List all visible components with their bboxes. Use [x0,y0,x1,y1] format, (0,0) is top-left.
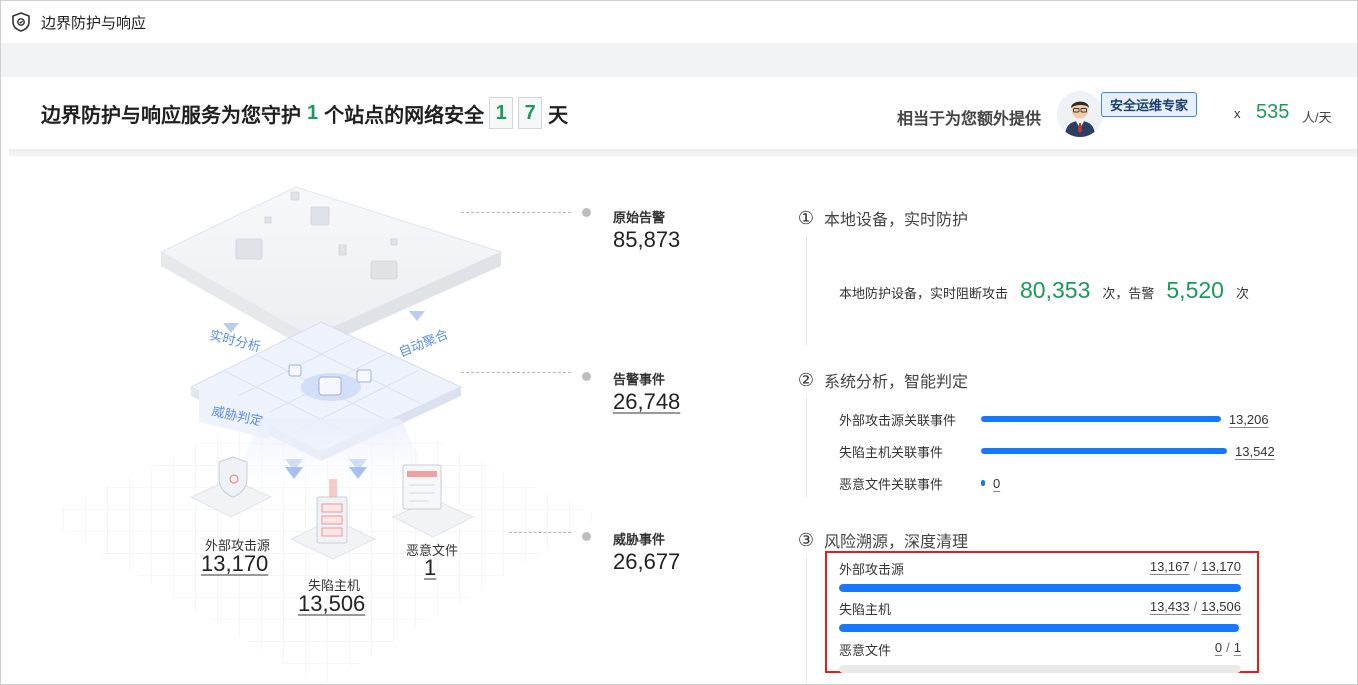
step1-mid: 次，告警 [1102,286,1155,301]
stat-events-label: 告警事件 [613,372,666,387]
step1-suffix: 次 [1235,286,1249,301]
dot-raw [582,208,591,217]
step1-prefix: 本地防护设备，实时阻断攻击 [839,286,1009,301]
stat-events-value[interactable]: 26,748 [613,389,680,415]
site-count: 1 [307,101,319,124]
remediation-done[interactable]: 13,167 [1150,559,1190,574]
remediation-track [839,584,1241,592]
step2-title: ② 系统分析，智能判定 [796,368,968,392]
protection-summary: 边界防护与响应服务为您守护 1 个站点的网络安全 1 7 天 [41,97,568,129]
summary-middle: 个站点的网络安全 [324,104,485,127]
times-sign: x [1234,106,1241,121]
summary-header: 边界防护与响应服务为您守护 1 个站点的网络安全 1 7 天 相当于为您额外提供 [9,77,1357,149]
remediation-total[interactable]: 13,506 [1201,599,1241,614]
correlation-bar [981,480,985,486]
remediation-fill [839,624,1239,632]
stat-alert-events: 告警事件 26,748 [613,369,680,415]
remediation-track [839,665,1241,673]
correlation-value[interactable]: 13,206 [1229,412,1269,427]
remediation-done[interactable]: 0 [1215,640,1222,655]
remediation-label: 外部攻击源 [839,562,905,577]
main-panel: 实时分析 自动聚合 威胁判定 外部攻击源 13,170 失陷主机 13,506 … [1,157,1357,684]
source-value-host[interactable]: 13,506 [298,591,365,617]
source-value-attack[interactable]: 13,170 [201,551,268,577]
connector-raw [461,212,571,213]
remediation-label: 失陷主机 [839,602,892,617]
window-title: 边界防护与响应 [41,14,147,32]
person-days-value: 535 [1256,101,1290,123]
day-digit-1: 1 [489,97,514,129]
connector-events [461,372,571,373]
step1-summary: 本地防护设备，实时阻断攻击 80,353 次，告警 5,520 次 [839,277,1249,304]
remediation-row: 失陷主机 13,433/13,506 [839,599,1241,632]
remediation-row: 外部攻击源 13,167/13,170 [839,559,1241,592]
step3-guide [806,557,807,682]
svg-text:自动聚合: 自动聚合 [397,327,451,360]
equivalent-label: 相当于为您额外提供 [897,111,1042,128]
source-value-file[interactable]: 1 [424,555,436,581]
step2-guide [806,397,807,497]
remediation-row: 恶意文件 0/1 [839,640,1241,673]
alert-count: 5,520 [1166,277,1224,303]
stat-raw-label: 原始告警 [613,210,666,225]
stat-threats-value: 26,677 [613,549,681,574]
correlation-bar [981,416,1221,422]
remediation-label: 恶意文件 [839,643,892,658]
day-digit-2: 7 [518,97,543,129]
correlation-row: 恶意文件关联事件 0 [839,473,1000,493]
blocked-count: 80,353 [1020,277,1091,303]
connector-threats [509,532,571,533]
correlation-value[interactable]: 0 [993,476,1000,491]
step1-title-text: 本地设备，实时防护 [824,212,969,229]
step3-title-text: 风险溯源，深度清理 [824,534,969,551]
dot-events [582,372,591,381]
svg-text:实时分析: 实时分析 [208,328,262,355]
step2-title-text: 系统分析，智能判定 [824,374,969,391]
stat-raw-value: 85,873 [613,227,681,252]
correlation-value[interactable]: 13,542 [1235,444,1275,459]
app-window: 边界防护与响应 边界防护与响应服务为您守护 1 个站点的网络安全 1 7 天 相… [0,0,1358,685]
top-gap [1,43,1357,77]
stat-threats-label: 威胁事件 [613,532,666,547]
correlation-label: 外部攻击源关联事件 [839,412,957,428]
summary-prefix: 边界防护与响应服务为您守护 [41,104,301,127]
person-days-unit: 人/天 [1302,110,1332,125]
remediation-done[interactable]: 13,433 [1150,599,1190,614]
step1-guide [806,235,807,345]
correlation-bar [981,448,1227,454]
remediation-track [839,624,1241,632]
day-unit: 天 [548,104,569,127]
header-shadow [9,149,1357,157]
step2-number: ② [797,369,815,390]
title-bar: 边界防护与响应 [1,1,1357,43]
correlation-row: 外部攻击源关联事件 13,206 [839,409,1269,429]
correlation-label: 失陷主机关联事件 [839,444,944,460]
expert-equivalent: 相当于为您额外提供 安全运维专家 x 535 人/天 [897,77,1357,149]
expert-avatar [1057,91,1103,137]
shield-icon [9,10,33,34]
stat-raw-alerts: 原始告警 85,873 [613,207,680,253]
remediation-total[interactable]: 1 [1234,640,1241,655]
remediation-total[interactable]: 13,170 [1201,559,1241,574]
step3-number: ③ [797,529,815,550]
expert-badge: 安全运维专家 [1101,92,1198,117]
correlation-row: 失陷主机关联事件 13,542 [839,441,1275,461]
step3-title: ③ 风险溯源，深度清理 [796,528,968,552]
correlation-label: 恶意文件关联事件 [839,476,944,492]
stat-threat-events: 威胁事件 26,677 [613,529,680,575]
step1-number: ① [797,207,815,228]
step1-title: ① 本地设备，实时防护 [796,206,968,230]
remediation-fill [839,584,1241,592]
dot-threats [582,532,591,541]
